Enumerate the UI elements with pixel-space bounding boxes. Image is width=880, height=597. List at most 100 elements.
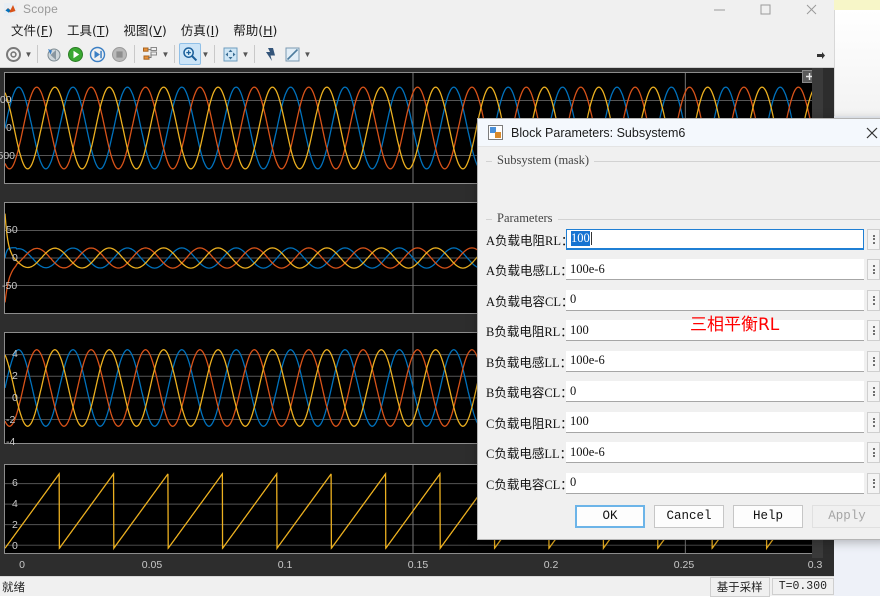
parameter-value: 0 (570, 383, 577, 398)
y-tick: 0 (12, 540, 18, 552)
background-white-panel (834, 10, 880, 116)
measurements-dropdown-arrow-icon[interactable]: ▼ (303, 43, 312, 65)
parameter-label: A负载电阻RL： (486, 233, 574, 248)
parameters-group-label: Parameters (492, 211, 558, 226)
menu-item-simulation[interactable]: 仿真(I) (174, 18, 226, 41)
block-parameters-icon (488, 125, 503, 140)
menu-item-view[interactable]: 视图(V) (116, 18, 173, 41)
dialog-close-icon[interactable] (856, 119, 880, 146)
x-tick: 0 (19, 559, 25, 571)
y-tick: 2 (12, 519, 18, 531)
toolbar-separator (214, 45, 215, 63)
parameter-row: B负载电容CL： 0 (486, 377, 880, 408)
run-icon[interactable] (64, 43, 86, 65)
y-tick: 0 (6, 122, 12, 134)
menu-item-tools[interactable]: 工具(T) (60, 18, 116, 41)
ok-button[interactable]: OK (575, 504, 645, 528)
parameter-input[interactable]: 100e-6 (566, 442, 864, 464)
close-button[interactable] (788, 0, 834, 18)
parameter-value: 100e-6 (570, 444, 605, 459)
autoscale-icon[interactable] (219, 43, 241, 65)
title-bar: Scope (0, 0, 834, 18)
parameter-label: C负载电感LL： (486, 447, 573, 462)
status-right-group: 基于采样 T=0.300 (708, 576, 834, 597)
zoom-dropdown-arrow-icon[interactable]: ▼ (201, 43, 210, 65)
toolbar-separator (134, 45, 135, 63)
dialog-title: Block Parameters: Subsystem6 (511, 125, 686, 140)
step-forward-icon[interactable] (86, 43, 108, 65)
toolbar-separator (37, 45, 38, 63)
toolbar-separator (254, 45, 255, 63)
toolbar-overflow-icon[interactable] (816, 48, 826, 59)
parameter-options-icon[interactable] (867, 320, 880, 342)
apply-button: Apply (812, 504, 880, 528)
parameter-options-icon[interactable] (867, 259, 880, 281)
x-tick: 0.25 (673, 559, 695, 571)
measurements-icon[interactable] (281, 43, 303, 65)
y-tick: -2 (6, 414, 16, 426)
status-bar: 就绪 基于采样 T=0.300 (0, 576, 834, 597)
parameter-row: A负载电阻RL： 100 (486, 224, 880, 255)
parameter-row: A负载电感LL： 100e-6 (486, 255, 880, 286)
run-back-to-start-icon[interactable] (42, 43, 64, 65)
parameter-label: A负载电容CL： (486, 294, 574, 309)
y-tick: 500 (0, 94, 12, 106)
parameter-options-icon[interactable] (867, 442, 880, 464)
background-yellow-strip (834, 0, 880, 10)
parameter-options-icon[interactable] (867, 289, 880, 311)
menu-item-help[interactable]: 帮助(H) (226, 18, 284, 41)
configuration-dropdown-arrow-icon[interactable]: ▼ (24, 43, 33, 65)
parameter-row: C负载电阻RL： 100 (486, 407, 880, 438)
help-button[interactable]: Help (733, 504, 803, 528)
parameter-label: C负载电阻RL： (486, 416, 573, 431)
cursor-measurements-icon[interactable] (259, 43, 281, 65)
x-tick: 0.1 (277, 559, 293, 571)
parameter-options-icon[interactable] (867, 228, 880, 250)
stop-icon[interactable] (108, 43, 130, 65)
x-tick: 0.05 (141, 559, 163, 571)
toolbar-separator (174, 45, 175, 63)
parameter-label: A负载电感LL： (486, 264, 573, 279)
autoscale-dropdown-arrow-icon[interactable]: ▼ (241, 43, 250, 65)
parameter-label: B负载电阻RL： (486, 325, 573, 340)
subsystem-group-label: Subsystem (mask) (492, 153, 595, 168)
parameter-value: 0 (570, 292, 577, 307)
status-time: T=0.300 (771, 578, 834, 595)
parameter-options-icon[interactable] (867, 472, 880, 494)
parameter-input[interactable]: 0 (566, 472, 864, 494)
parameter-input[interactable]: 100e-6 (566, 350, 864, 372)
x-axis: 0 0.05 0.1 0.15 0.2 0.25 0.3 (0, 558, 823, 576)
dialog-button-row: OK Cancel Help Apply (478, 493, 880, 539)
text-caret (590, 232, 592, 246)
y-tick: -500 (0, 150, 16, 162)
y-tick: 50 (6, 224, 18, 236)
maximize-button[interactable] (742, 0, 788, 18)
signal-selection-icon[interactable] (139, 43, 161, 65)
parameter-input[interactable]: 0 (566, 381, 864, 403)
cancel-button[interactable]: Cancel (654, 504, 724, 528)
parameter-input[interactable]: 100 (566, 228, 864, 250)
parameter-input[interactable]: 100 (566, 411, 864, 433)
parameter-rows: A负载电阻RL： 100 A负载电感LL： 100e-6 A负载电容CL： 0 B负载电阻R… (478, 220, 880, 499)
minimize-button[interactable] (696, 0, 742, 18)
parameter-value: 100e-6 (570, 261, 605, 276)
parameter-options-icon[interactable] (867, 381, 880, 403)
signal-selection-dropdown-arrow-icon[interactable]: ▼ (161, 43, 170, 65)
parameter-options-icon[interactable] (867, 350, 880, 372)
menu-item-file[interactable]: 文件(F) (4, 18, 60, 41)
subsystem-group: Subsystem (mask) (486, 153, 880, 197)
dialog-title-bar: Block Parameters: Subsystem6 (478, 119, 880, 147)
toolbar: ▼ ▼ ▼ ▼ ▼ (0, 41, 834, 68)
x-tick: 0.2 (543, 559, 559, 571)
zoom-in-icon[interactable] (179, 43, 201, 65)
configuration-properties-icon[interactable] (2, 43, 24, 65)
parameter-row: B负载电阻RL： 100 (486, 316, 880, 347)
y-tick: 4 (12, 348, 18, 360)
parameter-value: 0 (570, 475, 577, 490)
parameter-input[interactable]: 100e-6 (566, 259, 864, 281)
parameter-input[interactable]: 0 (566, 289, 864, 311)
block-parameters-dialog: Block Parameters: Subsystem6 Subsystem (… (477, 118, 880, 540)
y-tick: 4 (12, 498, 18, 510)
parameter-options-icon[interactable] (867, 411, 880, 433)
parameter-row: C负载电感LL： 100e-6 (486, 438, 880, 469)
